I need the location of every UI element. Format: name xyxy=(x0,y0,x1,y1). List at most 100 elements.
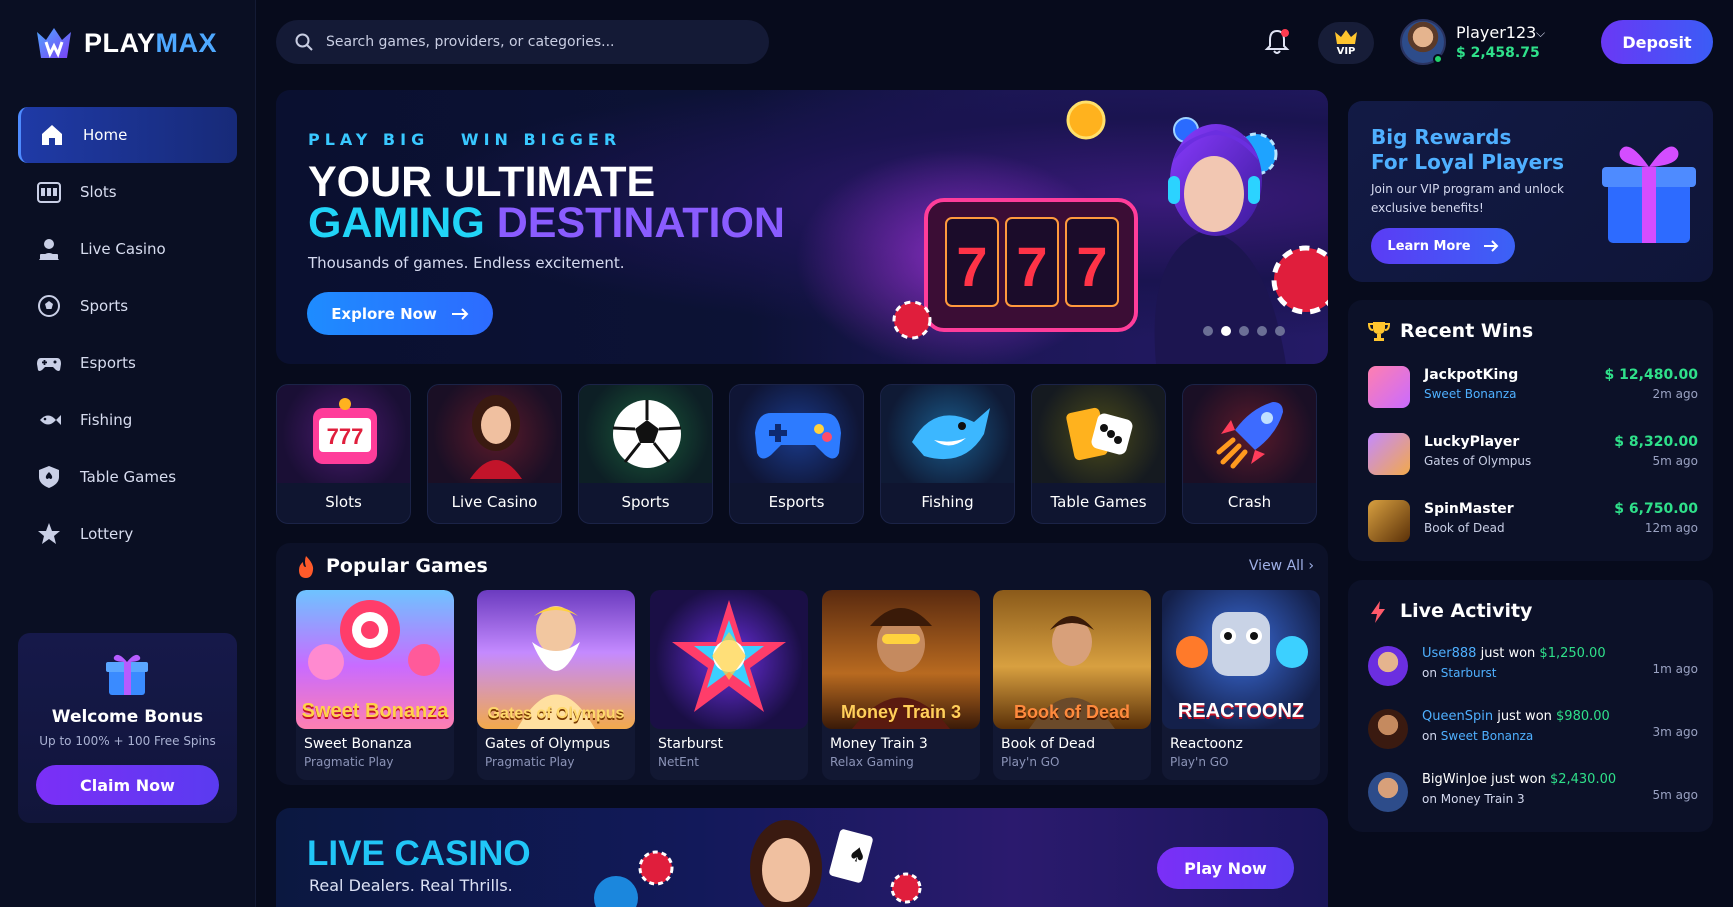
sidebar: PLAYMAX Home Slots Live Casino Sports Es… xyxy=(0,0,256,907)
username[interactable]: Player123 xyxy=(1456,23,1536,42)
list-item[interactable]: User888 just won $1,250.00 on Starburst … xyxy=(1368,642,1698,690)
game-provider: NetEnt xyxy=(658,755,699,769)
soccer-ball-icon xyxy=(36,293,62,319)
activity-text: QueenSpin just won $980.00 xyxy=(1422,709,1610,724)
arrow-right-icon xyxy=(1483,240,1498,252)
game-thumbnail xyxy=(650,590,808,729)
category-fishing[interactable]: Fishing xyxy=(880,384,1015,524)
svg-text:7: 7 xyxy=(1016,235,1047,298)
activity-verb: just won xyxy=(1491,772,1546,787)
sidebar-item-lottery[interactable]: Lottery xyxy=(18,506,237,562)
logo[interactable]: PLAYMAX xyxy=(34,24,217,62)
category-label: Esports xyxy=(768,493,825,511)
deposit-button[interactable]: Deposit xyxy=(1601,20,1713,64)
activity-user: QueenSpin xyxy=(1422,709,1494,724)
sidebar-item-label: Live Casino xyxy=(80,240,166,258)
sidebar-item-slots[interactable]: Slots xyxy=(18,164,237,220)
category-crash[interactable]: Crash xyxy=(1182,384,1317,524)
carousel-dot-active[interactable] xyxy=(1221,326,1231,336)
list-item[interactable]: SpinMaster Book of Dead $ 6,750.00 12m a… xyxy=(1368,497,1698,543)
activity-time: 5m ago xyxy=(1652,788,1698,802)
category-live-casino[interactable]: Live Casino xyxy=(427,384,562,524)
brand-max: MAX xyxy=(155,27,218,58)
carousel-dot[interactable] xyxy=(1275,326,1285,336)
game-thumbnail: Gates of Olympus xyxy=(477,590,635,729)
activity-game: Sweet Bonanza xyxy=(1440,729,1534,743)
vip-label: VIP xyxy=(1336,46,1356,57)
list-item[interactable]: QueenSpin just won $980.00 on Sweet Bona… xyxy=(1368,705,1698,753)
play-now-button[interactable]: Play Now xyxy=(1157,847,1294,889)
activity-on: on xyxy=(1422,729,1437,743)
win-amount: $ 6,750.00 xyxy=(1614,501,1698,517)
activity-amount: $980.00 xyxy=(1556,709,1610,724)
balance: $ 2,458.75 xyxy=(1456,45,1540,61)
brand-name: PLAYMAX xyxy=(84,28,217,59)
vip-badge[interactable]: VIP xyxy=(1318,22,1374,64)
claim-now-button[interactable]: Claim Now xyxy=(36,765,219,805)
search-input[interactable] xyxy=(326,34,746,50)
category-label: Slots xyxy=(325,493,362,511)
fire-icon xyxy=(299,556,314,578)
live-activity-title: Live Activity xyxy=(1400,600,1533,622)
live-casino-banner: LIVE CASINO Real Dealers. Real Thrills. … xyxy=(276,808,1328,907)
carousel-dot[interactable] xyxy=(1257,326,1267,336)
activity-text: User888 just won $1,250.00 xyxy=(1422,646,1606,661)
game-thumbnail: Sweet Bonanza xyxy=(296,590,454,729)
game-provider: Play'n GO xyxy=(1170,755,1229,769)
sidebar-item-table-games[interactable]: Table Games xyxy=(18,449,237,505)
game-thumbnail xyxy=(1368,433,1410,475)
trophy-icon xyxy=(1368,322,1390,341)
crown-icon xyxy=(1335,30,1357,44)
game-name: Book of Dead xyxy=(1001,736,1096,752)
win-amount: $ 8,320.00 xyxy=(1614,434,1698,450)
game-card-money-train-3[interactable]: Money Train 3 Money Train 3 Relax Gaming xyxy=(822,590,980,780)
game-card-starburst[interactable]: Starburst NetEnt xyxy=(650,590,808,780)
activity-game: Money Train 3 xyxy=(1440,792,1525,806)
hero-carousel-dots xyxy=(1203,326,1285,336)
explore-now-button[interactable]: Explore Now xyxy=(307,292,493,335)
category-label: Table Games xyxy=(1050,493,1147,511)
category-esports[interactable]: Esports xyxy=(729,384,864,524)
notification-bell-icon[interactable] xyxy=(1264,28,1290,56)
win-time: 12m ago xyxy=(1644,521,1698,535)
activity-on: on xyxy=(1422,666,1437,680)
avatar xyxy=(1368,709,1408,749)
game-card-sweet-bonanza[interactable]: Sweet Bonanza Sweet Bonanza Pragmatic Pl… xyxy=(296,590,454,780)
sidebar-item-esports[interactable]: Esports xyxy=(18,335,237,391)
carousel-dot[interactable] xyxy=(1203,326,1213,336)
game-thumbnail: Book of Dead xyxy=(993,590,1151,729)
activity-amount: $1,250.00 xyxy=(1539,646,1606,661)
game-card-gates-of-olympus[interactable]: Gates of Olympus Gates of Olympus Pragma… xyxy=(477,590,635,780)
slot-machine-icon: 777 xyxy=(312,398,377,464)
sidebar-item-live-casino[interactable]: Live Casino xyxy=(18,221,237,277)
hero-tagline: PLAY BIG WIN BIGGER xyxy=(308,130,622,149)
sidebar-item-fishing[interactable]: Fishing xyxy=(18,392,237,448)
list-item[interactable]: LuckyPlayer Gates of Olympus $ 8,320.00 … xyxy=(1368,430,1698,476)
recent-wins-panel: Recent Wins JackpotKing Sweet Bonanza $ … xyxy=(1348,300,1713,561)
category-sports[interactable]: Sports xyxy=(578,384,713,524)
game-art-title: Gates of Olympus xyxy=(487,705,625,722)
learn-more-button[interactable]: Learn More xyxy=(1371,228,1515,264)
winner-name: LuckyPlayer xyxy=(1424,434,1520,450)
win-time: 2m ago xyxy=(1652,387,1698,401)
winner-game: Book of Dead xyxy=(1424,521,1505,535)
live-casino-title: LIVE CASINO xyxy=(307,834,531,873)
category-table-games[interactable]: Table Games xyxy=(1031,384,1166,524)
svg-text:777: 777 xyxy=(326,424,363,449)
sidebar-item-home[interactable]: Home xyxy=(18,107,237,163)
chevron-down-icon[interactable]: ⌵ xyxy=(1536,26,1545,41)
sidebar-nav: Home Slots Live Casino Sports Esports Fi… xyxy=(18,107,237,563)
gift-box-icon xyxy=(1602,146,1696,243)
soccer-ball-icon xyxy=(612,400,681,468)
list-item[interactable]: JackpotKing Sweet Bonanza $ 12,480.00 2m… xyxy=(1368,363,1698,409)
list-item[interactable]: BigWinJoe just won $2,430.00 on Money Tr… xyxy=(1368,768,1698,816)
category-slots[interactable]: 777 Slots xyxy=(276,384,411,524)
game-card-book-of-dead[interactable]: Book of Dead Book of Dead Play'n GO xyxy=(993,590,1151,780)
search-bar[interactable] xyxy=(276,20,769,64)
carousel-dot[interactable] xyxy=(1239,326,1249,336)
view-all-link[interactable]: View All › xyxy=(1249,558,1314,574)
game-art-title: REACTOONZ xyxy=(1177,700,1305,722)
category-label: Crash xyxy=(1227,493,1272,511)
sidebar-item-sports[interactable]: Sports xyxy=(18,278,237,334)
game-card-reactoonz[interactable]: REACTOONZ Reactoonz Play'n GO xyxy=(1162,590,1320,780)
